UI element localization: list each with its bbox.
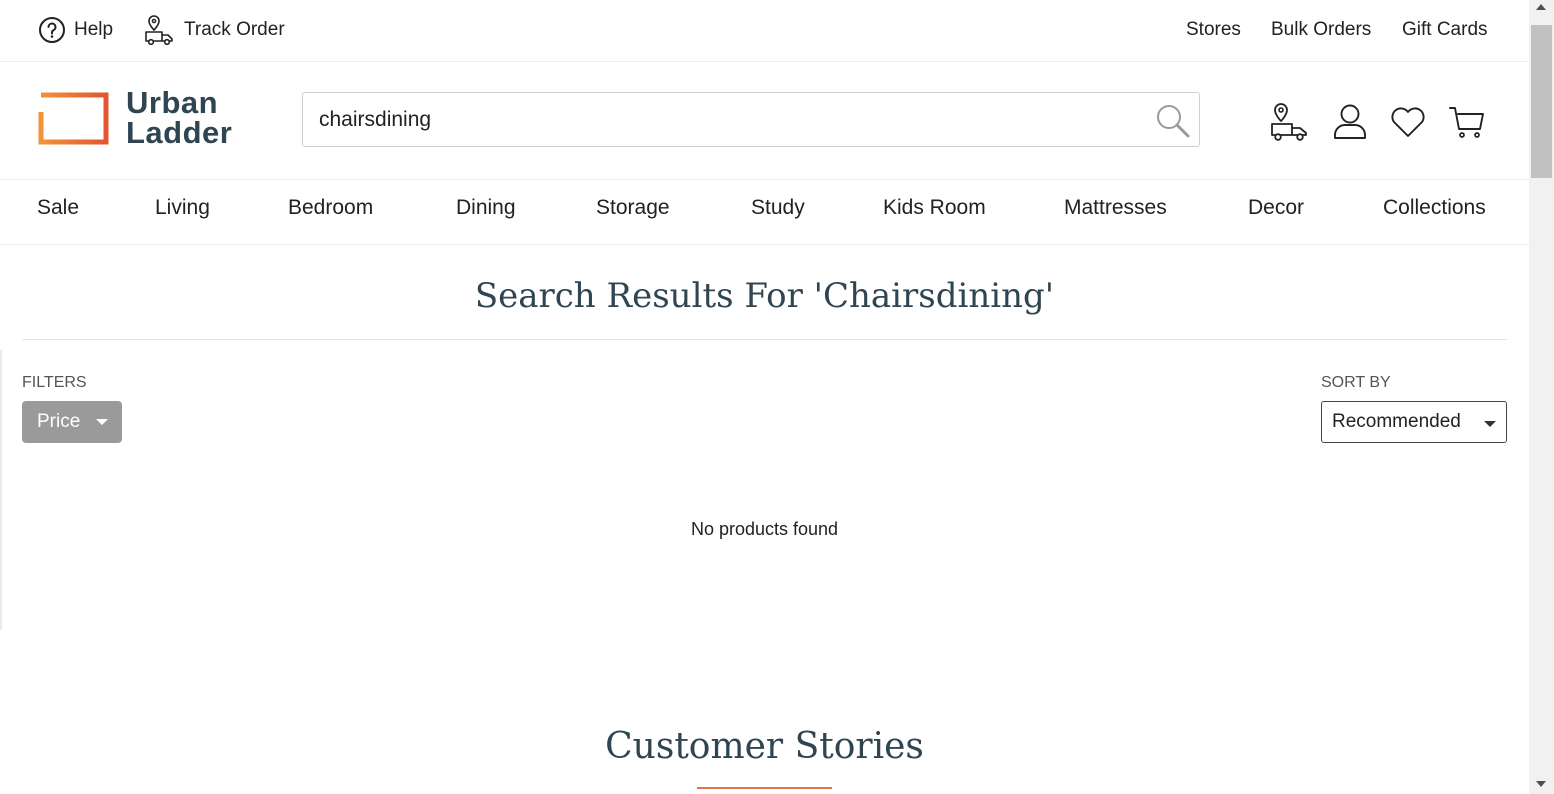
track-order-label: Track Order bbox=[184, 19, 285, 40]
store-locator-truck-icon[interactable] bbox=[1270, 102, 1310, 142]
nav-item-storage[interactable]: Storage bbox=[596, 196, 670, 220]
logo-text: Urban Ladder bbox=[126, 85, 233, 150]
sort-by-label: SORT BY bbox=[1321, 374, 1391, 391]
search-input[interactable] bbox=[319, 93, 1139, 146]
logo-line-1: Urban bbox=[126, 85, 219, 120]
stores-link[interactable]: Stores bbox=[1186, 14, 1241, 46]
header: Urban Ladder bbox=[0, 62, 1529, 180]
cart-icon[interactable] bbox=[1447, 102, 1487, 142]
filters-label: FILTERS bbox=[22, 374, 87, 391]
scroll-down-arrow-icon[interactable] bbox=[1536, 781, 1546, 787]
help-label: Help bbox=[74, 19, 114, 40]
nav-item-mattresses[interactable]: Mattresses bbox=[1064, 196, 1167, 220]
user-icon[interactable] bbox=[1330, 102, 1370, 142]
bulk-orders-link[interactable]: Bulk Orders bbox=[1271, 14, 1371, 46]
search-box bbox=[302, 92, 1200, 147]
scroll-up-arrow-icon[interactable] bbox=[1536, 4, 1546, 10]
stories-underline bbox=[697, 787, 832, 789]
logo-mark-icon bbox=[38, 92, 109, 145]
nav-item-decor[interactable]: Decor bbox=[1248, 196, 1304, 220]
nav-item-living[interactable]: Living bbox=[155, 196, 210, 220]
wishlist-heart-icon[interactable] bbox=[1388, 102, 1428, 142]
nav-item-dining[interactable]: Dining bbox=[456, 196, 516, 220]
track-order-icon bbox=[145, 15, 173, 46]
help-link[interactable]: Help bbox=[38, 14, 113, 46]
logo-line-2: Ladder bbox=[126, 115, 233, 150]
search-icon[interactable] bbox=[1155, 103, 1191, 139]
left-edge-shadow bbox=[0, 350, 3, 630]
category-nav: Sale Living Bedroom Dining Storage Study… bbox=[0, 180, 1529, 245]
help-icon bbox=[39, 17, 65, 43]
chevron-down-icon bbox=[1484, 421, 1496, 427]
scrollbar-thumb[interactable] bbox=[1531, 25, 1552, 178]
no-products-message: No products found bbox=[690, 519, 839, 539]
sort-select[interactable]: Recommended bbox=[1321, 401, 1507, 443]
nav-item-sale[interactable]: Sale bbox=[37, 196, 79, 220]
chevron-down-icon bbox=[96, 419, 109, 425]
title-divider bbox=[22, 339, 1507, 340]
page: Help Track Order Stores Bulk Orders Gift… bbox=[0, 0, 1529, 794]
nav-item-study[interactable]: Study bbox=[751, 196, 805, 220]
page-title: Search Results For 'Chairsdining' bbox=[474, 276, 1055, 316]
utility-bar: Help Track Order Stores Bulk Orders Gift… bbox=[0, 0, 1529, 62]
price-filter-label: Price bbox=[37, 411, 81, 432]
customer-stories-heading: Customer Stories bbox=[605, 726, 924, 767]
vertical-scrollbar[interactable] bbox=[1529, 0, 1554, 794]
price-filter-button[interactable]: Price bbox=[22, 401, 122, 443]
track-order-link[interactable]: Track Order bbox=[144, 14, 285, 46]
gift-cards-link[interactable]: Gift Cards bbox=[1402, 14, 1488, 46]
nav-item-kids-room[interactable]: Kids Room bbox=[883, 196, 986, 220]
nav-item-bedroom[interactable]: Bedroom bbox=[288, 196, 373, 220]
urban-ladder-logo[interactable]: Urban Ladder bbox=[38, 85, 238, 150]
sort-selected-value: Recommended bbox=[1332, 411, 1461, 432]
nav-item-collections[interactable]: Collections bbox=[1383, 196, 1486, 220]
